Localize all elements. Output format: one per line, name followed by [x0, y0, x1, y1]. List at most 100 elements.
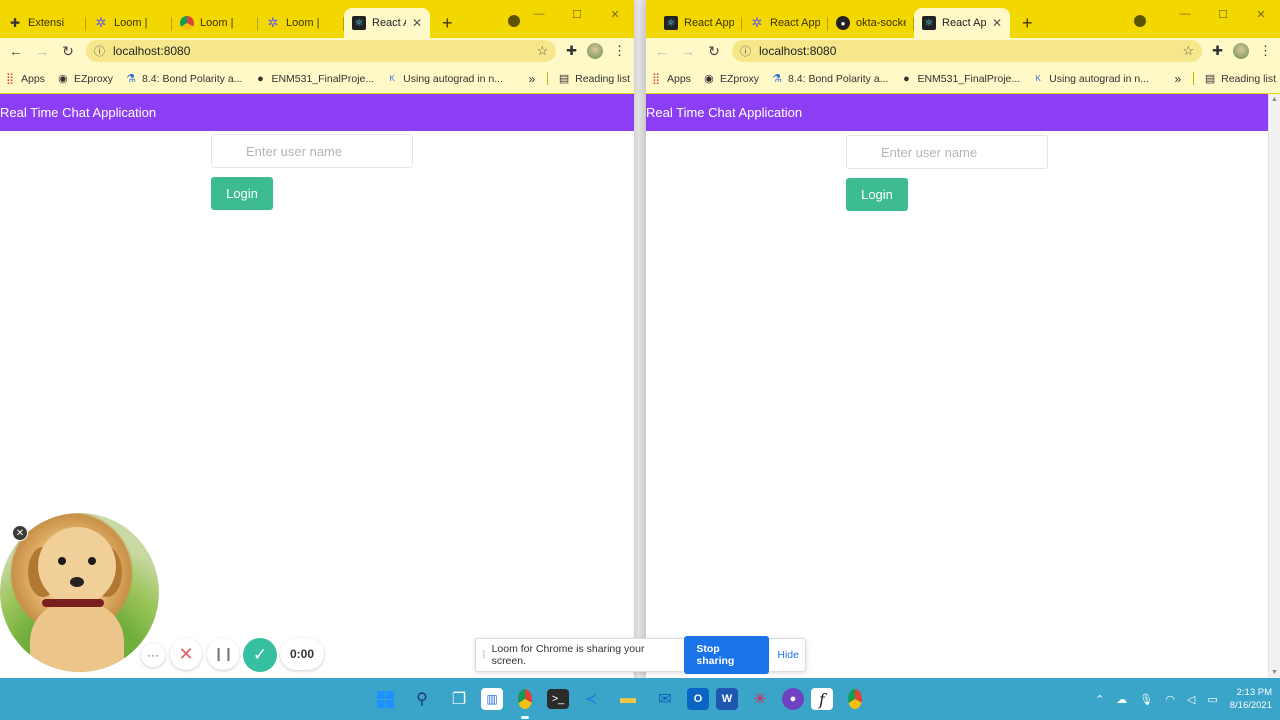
gear-icon: ✲: [751, 15, 763, 30]
page-scrollbar[interactable]: ▲ ▼: [1268, 94, 1280, 678]
tab-okta-socket[interactable]: ● okta-socke: [828, 8, 914, 38]
close-camera-icon[interactable]: ✕: [12, 525, 28, 541]
info-icon[interactable]: ⓘ: [94, 43, 105, 59]
wifi-icon[interactable]: ◠: [1165, 693, 1175, 706]
tab-react-app-1[interactable]: ⚛ React App: [656, 8, 742, 38]
maximize-button[interactable]: ☐: [558, 8, 596, 21]
minimize-button[interactable]: —: [520, 8, 558, 20]
github-desktop-icon[interactable]: ●: [782, 688, 804, 710]
widgets-icon[interactable]: ▥: [481, 688, 503, 710]
maximize-button[interactable]: ☐: [1204, 8, 1242, 21]
bookmark-bond-polarity[interactable]: ⚗ 8.4: Bond Polarity a...: [771, 72, 888, 86]
share-message: Loom for Chrome is sharing your screen.: [491, 643, 645, 667]
close-window-button[interactable]: ✕: [1242, 8, 1280, 21]
flask-icon: ⚗: [126, 73, 136, 85]
tab-react-app-active[interactable]: ⚛ React A ✕: [344, 8, 430, 38]
bookmark-autograd[interactable]: K Using autograd in n...: [1032, 73, 1148, 85]
tab-strip: ⚛ React App ✲ React App ● okta-socke ⚛ R…: [646, 0, 1280, 38]
tab-extensions[interactable]: ✚ Extensi: [0, 8, 86, 38]
reading-list-button[interactable]: ▤ Reading list: [547, 72, 630, 85]
address-bar[interactable]: ⓘ localhost:8080 ☆: [732, 40, 1203, 62]
tab-loom-3[interactable]: ✲ Loom |: [258, 8, 344, 38]
file-explorer-icon[interactable]: ▬: [613, 684, 643, 714]
scroll-down-icon[interactable]: ▼: [1271, 669, 1278, 676]
loom-more-options-button[interactable]: ···: [141, 643, 165, 667]
tab-loom-2[interactable]: Loom |: [172, 8, 258, 38]
login-button[interactable]: Login: [846, 178, 908, 211]
forward-icon[interactable]: →: [34, 43, 50, 59]
reload-icon[interactable]: ↻: [60, 43, 76, 60]
minimize-button[interactable]: —: [1166, 8, 1204, 20]
loom-cancel-button[interactable]: ✕: [170, 638, 202, 670]
apps-grid-icon: ⣿: [5, 73, 15, 85]
puppy-collar: [42, 599, 104, 607]
chrome-profile-icon[interactable]: [840, 684, 870, 714]
close-icon[interactable]: ✕: [992, 16, 1002, 30]
username-input[interactable]: Enter user name: [211, 134, 413, 168]
search-icon[interactable]: ⚲: [407, 684, 437, 714]
battery-icon[interactable]: ▭: [1207, 693, 1217, 706]
function-app-icon[interactable]: f: [811, 688, 833, 710]
clock[interactable]: 2:13 PM 8/16/2021: [1230, 686, 1272, 712]
start-button[interactable]: [370, 684, 400, 714]
puzzle-icon: ✚: [9, 16, 21, 30]
slack-icon[interactable]: ✳: [745, 684, 775, 714]
hide-button[interactable]: Hide: [777, 649, 799, 661]
kaggle-icon: K: [389, 74, 395, 83]
bookmark-enm531[interactable]: ● ENM531_FinalProje...: [254, 73, 374, 85]
word-icon[interactable]: W: [716, 688, 738, 710]
menu-kebab-icon[interactable]: ⋮: [613, 43, 626, 59]
new-tab-button[interactable]: +: [1010, 8, 1045, 38]
extensions-icon[interactable]: ✚: [566, 43, 577, 59]
reading-list-button[interactable]: ▤ Reading list: [1193, 72, 1276, 85]
drag-handle-icon[interactable]: ⁞⁞: [482, 650, 485, 661]
tab-react-app-active[interactable]: ⚛ React App ✕: [914, 8, 1010, 38]
mail-icon[interactable]: ✉: [650, 684, 680, 714]
show-hidden-icons-icon[interactable]: ⌃: [1095, 693, 1104, 706]
menu-kebab-icon[interactable]: ⋮: [1259, 43, 1272, 59]
bookmark-ezproxy[interactable]: ◉ EZproxy: [703, 72, 760, 86]
more-bookmarks-icon[interactable]: »: [528, 72, 535, 86]
tab-react-app-2[interactable]: ✲ React App: [742, 8, 828, 38]
task-view-icon[interactable]: ❐: [444, 684, 474, 714]
terminal-icon[interactable]: >_: [547, 689, 569, 709]
bookmark-autograd[interactable]: K Using autograd in n...: [386, 73, 502, 85]
back-icon[interactable]: ←: [8, 43, 24, 59]
bookmark-ezproxy[interactable]: ◉ EZproxy: [57, 72, 113, 86]
record-indicator-icon: [508, 15, 520, 27]
scroll-up-icon[interactable]: ▲: [1271, 96, 1278, 103]
vscode-icon[interactable]: ≺: [576, 684, 606, 714]
tab-loom-1[interactable]: ✲ Loom |: [86, 8, 172, 38]
onedrive-icon[interactable]: ☁: [1116, 693, 1127, 706]
address-bar[interactable]: ⓘ localhost:8080 ☆: [86, 40, 557, 62]
microphone-icon[interactable]: 🎙︎: [1139, 693, 1153, 706]
bookmark-apps[interactable]: ⣿ Apps: [4, 72, 45, 86]
bookmark-star-icon[interactable]: ☆: [536, 43, 548, 59]
stop-sharing-button[interactable]: Stop sharing: [684, 636, 770, 674]
new-tab-button[interactable]: +: [430, 8, 465, 38]
profile-avatar[interactable]: [1233, 43, 1249, 59]
loom-pause-button[interactable]: ❙❙: [207, 638, 239, 670]
forward-icon[interactable]: →: [680, 43, 696, 59]
profile-avatar[interactable]: [587, 43, 603, 59]
tab-title: Loom |: [286, 17, 320, 29]
chrome-taskbar-icon[interactable]: [510, 684, 540, 719]
back-icon[interactable]: ←: [654, 43, 670, 59]
bookmark-apps[interactable]: ⣿ Apps: [650, 72, 691, 86]
reload-icon[interactable]: ↻: [706, 43, 722, 60]
login-button[interactable]: Login: [211, 177, 273, 210]
clock-date: 8/16/2021: [1229, 700, 1272, 711]
more-bookmarks-icon[interactable]: »: [1174, 72, 1181, 86]
bookmark-label: EZproxy: [719, 72, 760, 85]
volume-icon[interactable]: ◁: [1187, 693, 1195, 706]
loom-finish-button[interactable]: ✓: [243, 638, 277, 672]
extensions-icon[interactable]: ✚: [1212, 43, 1223, 59]
close-window-button[interactable]: ✕: [596, 8, 634, 21]
info-icon[interactable]: ⓘ: [740, 43, 751, 59]
bookmark-star-icon[interactable]: ☆: [1182, 43, 1194, 59]
outlook-icon[interactable]: O: [687, 688, 709, 710]
bookmark-bond-polarity[interactable]: ⚗ 8.4: Bond Polarity a...: [125, 72, 242, 86]
close-icon[interactable]: ✕: [412, 16, 422, 30]
username-input[interactable]: Enter user name: [846, 135, 1048, 169]
bookmark-enm531[interactable]: ● ENM531_FinalProje...: [900, 73, 1020, 85]
